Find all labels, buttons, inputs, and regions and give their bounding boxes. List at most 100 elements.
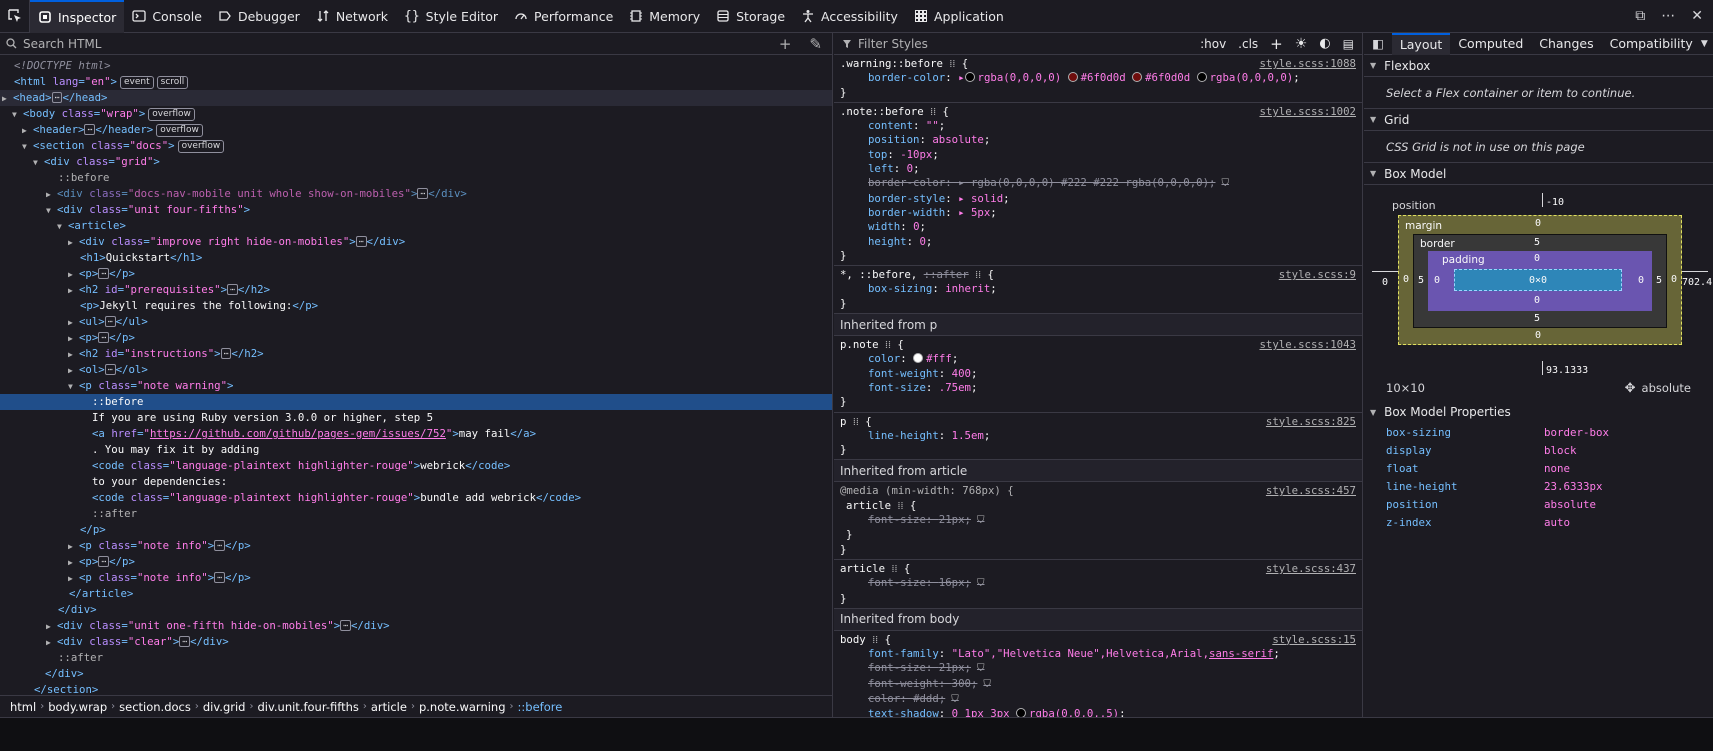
- eyedropper-icon[interactable]: ✎: [809, 35, 822, 53]
- rule-source-link[interactable]: style.scss:457: [1266, 484, 1356, 498]
- close-icon[interactable]: ✕: [1691, 8, 1703, 24]
- position-bottom[interactable]: 93.1333: [1546, 365, 1588, 376]
- tab-inspector[interactable]: Inspector: [30, 0, 125, 33]
- rule-source-link[interactable]: style.scss:15: [1272, 633, 1356, 647]
- tab-memory[interactable]: Memory: [621, 0, 708, 33]
- flexbox-section-header[interactable]: ▼ Flexbox: [1364, 55, 1713, 77]
- tree-node[interactable]: ▶ <p> ⋯ </p>: [0, 554, 832, 570]
- tab-storage[interactable]: Storage: [708, 0, 793, 33]
- tree-node[interactable]: ▶ <p class="note info"> ⋯ </p>: [0, 570, 832, 586]
- tree-node[interactable]: ▼ <body class="wrap"> overflow: [0, 106, 832, 122]
- tree-node[interactable]: ▶ <ol> ⋯ </ol>: [0, 362, 832, 378]
- tree-node[interactable]: ▶ <head> ⋯ </head>: [0, 90, 832, 106]
- tree-node[interactable]: </p>: [0, 522, 832, 538]
- tree-node[interactable]: to your dependencies:: [0, 474, 832, 490]
- tree-node[interactable]: ▶ <div class="clear"> ⋯ </div>: [0, 634, 832, 650]
- tree-node[interactable]: ::after: [0, 650, 832, 666]
- position-left[interactable]: 0: [1382, 277, 1388, 288]
- tree-node-selected[interactable]: ::before: [0, 394, 832, 410]
- add-rule-icon[interactable]: +: [1270, 35, 1283, 53]
- tab-debugger[interactable]: Debugger: [210, 0, 308, 33]
- tree-node[interactable]: ▶ <h2 id="instructions"> ⋯ </h2>: [0, 346, 832, 362]
- tree-node[interactable]: ▼ <section class="docs"> overflow: [0, 138, 832, 154]
- more-options-icon[interactable]: ⋯: [1661, 8, 1675, 24]
- tab-application[interactable]: Application: [906, 0, 1012, 33]
- grid-section-header[interactable]: ▼ Grid: [1364, 109, 1713, 131]
- padding-bottom[interactable]: 0: [1534, 295, 1540, 306]
- tree-node[interactable]: . You may fix it by adding: [0, 442, 832, 458]
- tree-node[interactable]: ▶ <ul> ⋯ </ul>: [0, 314, 832, 330]
- dark-theme-icon[interactable]: ◐: [1319, 36, 1330, 51]
- tree-node[interactable]: <code class="language-plaintext highligh…: [0, 490, 832, 506]
- rule-source-link[interactable]: style.scss:1088: [1259, 57, 1356, 71]
- tree-node[interactable]: <html lang="en"> event scroll: [0, 74, 832, 90]
- border-left[interactable]: 5: [1418, 275, 1424, 286]
- margin-bottom[interactable]: 0: [1535, 330, 1541, 341]
- border-bottom[interactable]: 5: [1534, 313, 1540, 324]
- rule-source-link[interactable]: style.scss:1043: [1259, 338, 1356, 352]
- search-input[interactable]: Search HTML: [23, 37, 779, 51]
- padding-right[interactable]: 0: [1638, 275, 1644, 286]
- tree-node[interactable]: <!DOCTYPE html>: [0, 58, 832, 74]
- tree-node[interactable]: </article>: [0, 586, 832, 602]
- breadcrumb-item[interactable]: p.note.warning: [415, 700, 510, 714]
- border-top[interactable]: 5: [1534, 237, 1540, 248]
- tab-layout[interactable]: Layout: [1391, 33, 1451, 55]
- breadcrumb-item-current[interactable]: ::before: [514, 700, 567, 714]
- position-right[interactable]: 702.4: [1682, 277, 1712, 288]
- tree-node[interactable]: ::before: [0, 170, 832, 186]
- sidebar-toggle-icon[interactable]: ◧: [1364, 36, 1392, 51]
- light-theme-icon[interactable]: ☀: [1295, 36, 1308, 52]
- rule-source-link[interactable]: style.scss:825: [1266, 415, 1356, 429]
- padding-left[interactable]: 0: [1434, 275, 1440, 286]
- breadcrumb-item[interactable]: body.wrap: [44, 700, 111, 714]
- tab-console[interactable]: Console: [124, 0, 210, 33]
- tree-node[interactable]: ::after: [0, 506, 832, 522]
- add-node-icon[interactable]: +: [779, 35, 792, 53]
- breadcrumb-item[interactable]: div.unit.four-fifths: [253, 700, 362, 714]
- margin-top[interactable]: 0: [1535, 218, 1541, 229]
- breadcrumb-item[interactable]: html: [6, 700, 40, 714]
- print-icon[interactable]: ▤: [1343, 37, 1354, 51]
- tree-node[interactable]: ▼ <div class="grid">: [0, 154, 832, 170]
- tree-node[interactable]: <a href="https://github.com/github/pages…: [0, 426, 832, 442]
- tree-node[interactable]: ▶ <div class="docs-nav-mobile unit whole …: [0, 186, 832, 202]
- rule-source-link[interactable]: style.scss:9: [1279, 268, 1356, 282]
- margin-left[interactable]: 0: [1403, 274, 1409, 285]
- tree-node[interactable]: <h1>Quickstart</h1>: [0, 250, 832, 266]
- border-right[interactable]: 5: [1656, 275, 1662, 286]
- filter-styles-input[interactable]: Filter Styles: [858, 37, 1200, 51]
- tree-node[interactable]: ▶ <p> ⋯ </p>: [0, 266, 832, 282]
- rule-source-link[interactable]: style.scss:1002: [1259, 105, 1356, 119]
- tree-node[interactable]: ▼ <div class="unit four-fifths">: [0, 202, 832, 218]
- classes-button[interactable]: .cls: [1238, 37, 1258, 51]
- tree-node[interactable]: </div>: [0, 666, 832, 682]
- chevron-down-icon[interactable]: ▼: [1701, 39, 1713, 49]
- tab-network[interactable]: Network: [308, 0, 396, 33]
- tree-node[interactable]: </div>: [0, 602, 832, 618]
- dock-icon[interactable]: ⧉: [1635, 8, 1645, 24]
- tab-performance[interactable]: Performance: [506, 0, 621, 33]
- tree-node[interactable]: ▶ <header> ⋯ </header> overflow: [0, 122, 832, 138]
- tree-node[interactable]: ▶ <h2 id="prerequisites"> ⋯ </h2>: [0, 282, 832, 298]
- tree-node[interactable]: <code class="language-plaintext highligh…: [0, 458, 832, 474]
- box-model-properties-header[interactable]: ▼ Box Model Properties: [1364, 401, 1713, 423]
- hover-states-button[interactable]: :hov: [1200, 37, 1226, 51]
- position-top[interactable]: -10: [1546, 197, 1564, 208]
- tab-compatibility[interactable]: Compatibility: [1602, 33, 1701, 55]
- tree-node[interactable]: ▶ <div class="improve right hide-on-mobil…: [0, 234, 832, 250]
- tree-node[interactable]: ▶ <p class="note info"> ⋯ </p>: [0, 538, 832, 554]
- tab-style-editor[interactable]: {} Style Editor: [396, 0, 506, 33]
- rule-source-link[interactable]: style.scss:437: [1266, 562, 1356, 576]
- breadcrumb-item[interactable]: article: [367, 700, 411, 714]
- tab-changes[interactable]: Changes: [1531, 33, 1601, 55]
- tree-node[interactable]: ▶ <div class="unit one-fifth hide-on-mobi…: [0, 618, 832, 634]
- tree-node[interactable]: ▼ <p class="note warning">: [0, 378, 832, 394]
- tree-node[interactable]: ▼ <article>: [0, 218, 832, 234]
- breadcrumb-item[interactable]: section.docs: [115, 700, 195, 714]
- box-model-section-header[interactable]: ▼ Box Model: [1364, 163, 1713, 185]
- tab-accessibility[interactable]: Accessibility: [793, 0, 906, 33]
- tree-node[interactable]: <p>Jekyll requires the following:</p>: [0, 298, 832, 314]
- margin-right[interactable]: 0: [1671, 274, 1677, 285]
- padding-top[interactable]: 0: [1534, 253, 1540, 264]
